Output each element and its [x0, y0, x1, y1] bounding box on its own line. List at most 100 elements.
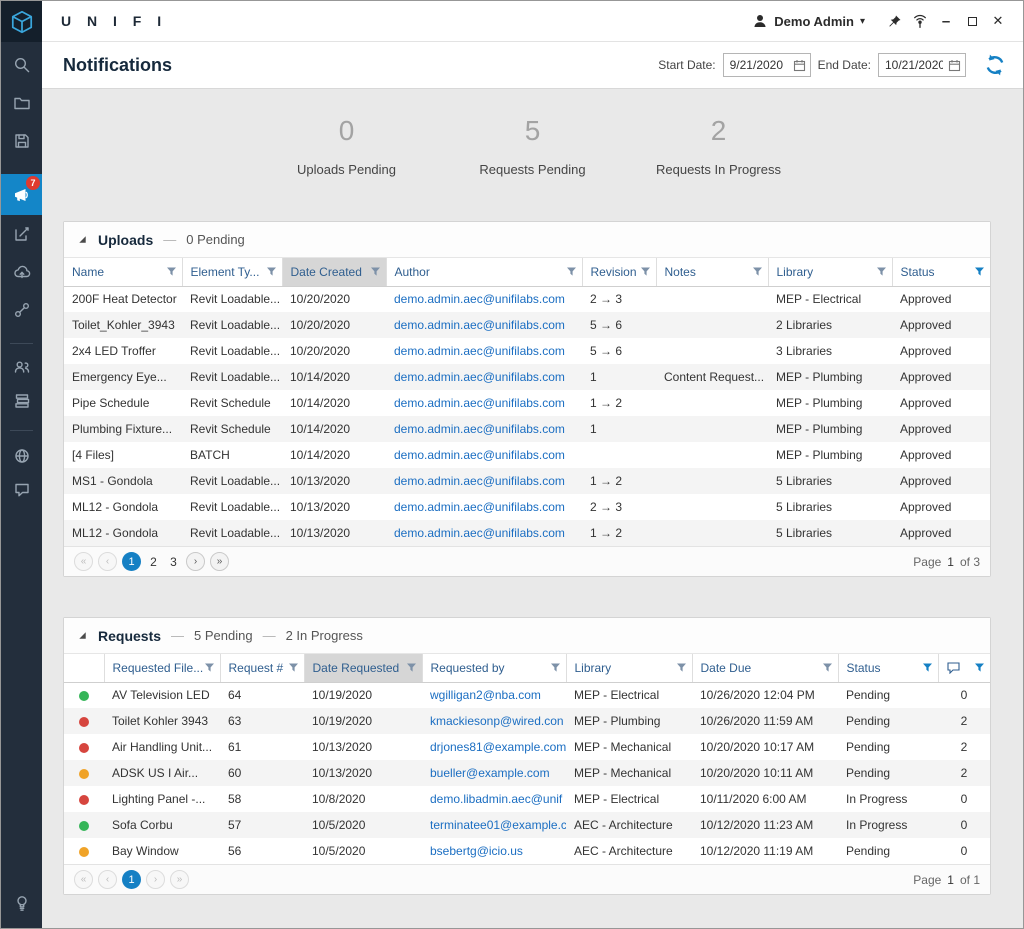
- column-header-notes[interactable]: Notes: [656, 258, 768, 286]
- upload-row[interactable]: 2x4 LED Troffer Revit Loadable... 10/20/…: [64, 338, 990, 364]
- maximize-button[interactable]: [959, 8, 985, 34]
- collapse-icon[interactable]: [77, 234, 88, 245]
- upload-row[interactable]: Emergency Eye... Revit Loadable... 10/14…: [64, 364, 990, 390]
- sidebar-item-connections[interactable]: [1, 291, 42, 329]
- filter-icon[interactable]: [204, 662, 215, 673]
- pager-page-3[interactable]: 3: [166, 555, 181, 569]
- pager-last-button[interactable]: »: [170, 870, 189, 889]
- filter-icon[interactable]: [550, 662, 561, 673]
- pager-page-2[interactable]: 2: [146, 555, 161, 569]
- request-requested-by-link[interactable]: bsebertg@icio.us: [422, 838, 566, 864]
- upload-row[interactable]: Toilet_Kohler_3943 Revit Loadable... 10/…: [64, 312, 990, 338]
- upload-row[interactable]: [4 Files] BATCH 10/14/2020 demo.admin.ae…: [64, 442, 990, 468]
- start-date-input[interactable]: [724, 58, 788, 72]
- upload-author-link[interactable]: demo.admin.aec@unifilabs.com: [386, 312, 582, 338]
- column-header-revision[interactable]: Revision: [582, 258, 656, 286]
- sidebar-item-cloud-upload[interactable]: [1, 253, 42, 291]
- column-header-date-created[interactable]: Date Created: [282, 258, 386, 286]
- pager-first-button[interactable]: «: [74, 870, 93, 889]
- request-row[interactable]: Bay Window 56 10/5/2020 bsebertg@icio.us…: [64, 838, 990, 864]
- calendar-icon[interactable]: [948, 59, 961, 72]
- request-requested-by-link[interactable]: demo.libadmin.aec@unif: [422, 786, 566, 812]
- upload-author-link[interactable]: demo.admin.aec@unifilabs.com: [386, 286, 582, 312]
- column-header-date-due[interactable]: Date Due: [692, 654, 838, 682]
- filter-icon-active[interactable]: [974, 662, 985, 673]
- sidebar-item-edit[interactable]: [1, 215, 42, 253]
- request-row[interactable]: Air Handling Unit... 61 10/13/2020 drjon…: [64, 734, 990, 760]
- upload-row[interactable]: ML12 - Gondola Revit Loadable... 10/13/2…: [64, 494, 990, 520]
- filter-icon[interactable]: [676, 662, 687, 673]
- request-requested-by-link[interactable]: bueller@example.com: [422, 760, 566, 786]
- uploads-panel-header[interactable]: Uploads — 0 Pending: [64, 222, 990, 258]
- filter-icon[interactable]: [822, 662, 833, 673]
- sidebar-item-library[interactable]: [1, 384, 42, 418]
- request-row[interactable]: Sofa Corbu 57 10/5/2020 terminatee01@exa…: [64, 812, 990, 838]
- column-header-name[interactable]: Name: [64, 258, 182, 286]
- pin-button[interactable]: [881, 8, 907, 34]
- pager-first-button[interactable]: «: [74, 552, 93, 571]
- request-row[interactable]: Toilet Kohler 3943 63 10/19/2020 kmackie…: [64, 708, 990, 734]
- unifi-logo[interactable]: [1, 1, 42, 42]
- column-header-request-number[interactable]: Request #: [220, 654, 304, 682]
- sidebar-item-save[interactable]: [1, 122, 42, 160]
- filter-icon[interactable]: [876, 266, 887, 277]
- pager-page-1[interactable]: 1: [122, 552, 141, 571]
- request-requested-by-link[interactable]: kmackiesonp@wired.con: [422, 708, 566, 734]
- sidebar-item-ideas[interactable]: [1, 884, 42, 922]
- request-requested-by-link[interactable]: wgilligan2@nba.com: [422, 682, 566, 708]
- request-row[interactable]: ADSK US I Air... 60 10/13/2020 bueller@e…: [64, 760, 990, 786]
- start-date-field[interactable]: [723, 53, 811, 77]
- upload-author-link[interactable]: demo.admin.aec@unifilabs.com: [386, 416, 582, 442]
- upload-row[interactable]: MS1 - Gondola Revit Loadable... 10/13/20…: [64, 468, 990, 494]
- end-date-input[interactable]: [879, 58, 943, 72]
- column-header-library[interactable]: Library: [566, 654, 692, 682]
- request-requested-by-link[interactable]: drjones81@example.com: [422, 734, 566, 760]
- pager-prev-button[interactable]: ‹: [98, 870, 117, 889]
- calendar-icon[interactable]: [793, 59, 806, 72]
- filter-icon-active[interactable]: [922, 662, 933, 673]
- pager-next-button[interactable]: ›: [146, 870, 165, 889]
- column-header-author[interactable]: Author: [386, 258, 582, 286]
- filter-icon-active[interactable]: [974, 266, 985, 277]
- collapse-icon[interactable]: [77, 630, 88, 641]
- column-header-library[interactable]: Library: [768, 258, 892, 286]
- filter-icon[interactable]: [370, 266, 381, 277]
- column-header-requested-by[interactable]: Requested by: [422, 654, 566, 682]
- upload-row[interactable]: Plumbing Fixture... Revit Schedule 10/14…: [64, 416, 990, 442]
- filter-icon[interactable]: [288, 662, 299, 673]
- filter-icon[interactable]: [752, 266, 763, 277]
- column-header-status[interactable]: Status: [892, 258, 990, 286]
- refresh-button[interactable]: [981, 51, 1009, 79]
- upload-row[interactable]: Pipe Schedule Revit Schedule 10/14/2020 …: [64, 390, 990, 416]
- column-header-requested-file[interactable]: Requested File...: [104, 654, 220, 682]
- upload-author-link[interactable]: demo.admin.aec@unifilabs.com: [386, 494, 582, 520]
- column-header-status[interactable]: Status: [838, 654, 938, 682]
- request-row[interactable]: AV Television LED 64 10/19/2020 wgilliga…: [64, 682, 990, 708]
- upload-author-link[interactable]: demo.admin.aec@unifilabs.com: [386, 364, 582, 390]
- request-row[interactable]: Lighting Panel -... 58 10/8/2020 demo.li…: [64, 786, 990, 812]
- pager-page-1[interactable]: 1: [122, 870, 141, 889]
- end-date-field[interactable]: [878, 53, 966, 77]
- filter-icon[interactable]: [406, 662, 417, 673]
- cast-button[interactable]: [907, 8, 933, 34]
- user-menu[interactable]: Demo Admin ▾: [752, 13, 865, 29]
- pager-prev-button[interactable]: ‹: [98, 552, 117, 571]
- sidebar-item-web[interactable]: [1, 439, 42, 473]
- sidebar-item-chat[interactable]: [1, 473, 42, 507]
- sidebar-item-notifications[interactable]: 7: [1, 174, 42, 215]
- upload-author-link[interactable]: demo.admin.aec@unifilabs.com: [386, 442, 582, 468]
- column-header-date-requested[interactable]: Date Requested: [304, 654, 422, 682]
- upload-author-link[interactable]: demo.admin.aec@unifilabs.com: [386, 390, 582, 416]
- upload-author-link[interactable]: demo.admin.aec@unifilabs.com: [386, 520, 582, 546]
- minimize-button[interactable]: –: [933, 8, 959, 34]
- sidebar-item-users[interactable]: [1, 350, 42, 384]
- pager-next-button[interactable]: ›: [186, 552, 205, 571]
- column-header-comments[interactable]: [938, 654, 990, 682]
- request-requested-by-link[interactable]: terminatee01@example.c: [422, 812, 566, 838]
- upload-author-link[interactable]: demo.admin.aec@unifilabs.com: [386, 468, 582, 494]
- close-button[interactable]: ✕: [985, 8, 1011, 34]
- sidebar-item-search[interactable]: [1, 46, 42, 84]
- column-header-element-type[interactable]: Element Ty...: [182, 258, 282, 286]
- sidebar-item-projects[interactable]: [1, 84, 42, 122]
- upload-row[interactable]: ML12 - Gondola Revit Loadable... 10/13/2…: [64, 520, 990, 546]
